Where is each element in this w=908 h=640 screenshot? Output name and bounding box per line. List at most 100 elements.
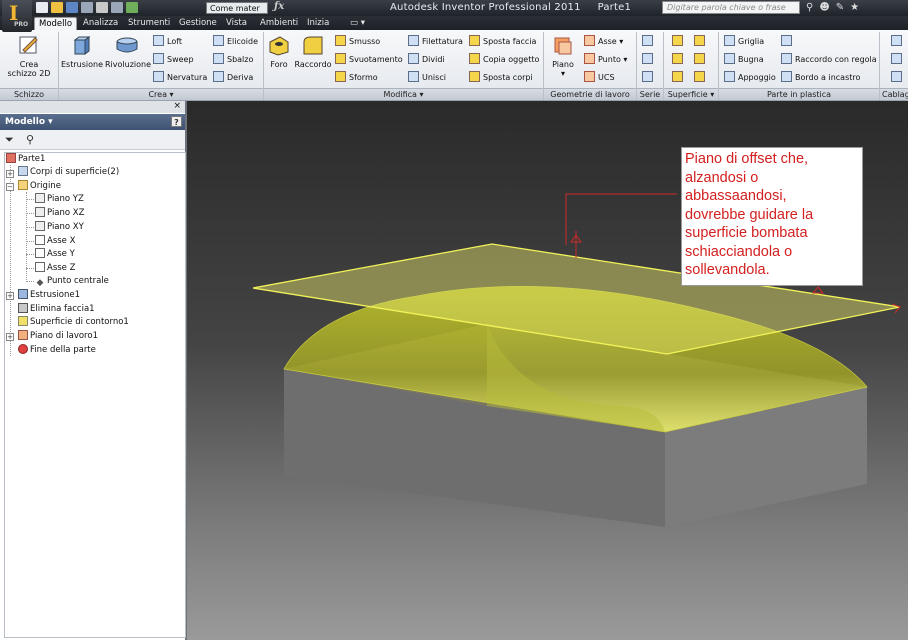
tree-item-end-of-part[interactable]: Fine della parte bbox=[18, 344, 96, 357]
extend-button[interactable] bbox=[694, 71, 708, 85]
group-cablaggio[interactable]: Cablag bbox=[880, 88, 908, 100]
work-axis-button[interactable]: Asse ▾ bbox=[584, 35, 623, 49]
new-icon[interactable] bbox=[36, 2, 48, 13]
emboss-button[interactable]: Sbalzo bbox=[213, 53, 253, 67]
tree-item-axis-y[interactable]: Asse Y bbox=[35, 248, 75, 261]
tree-item-origin[interactable]: Origine bbox=[18, 180, 61, 193]
application-button[interactable]: I PRO bbox=[2, 0, 32, 32]
tree-item-surface-bodies[interactable]: Corpi di superficie(2) bbox=[18, 166, 119, 179]
combine-button[interactable]: Unisci bbox=[408, 71, 446, 85]
tab-analizza[interactable]: Analizza bbox=[79, 17, 122, 30]
rib-button[interactable]: Nervatura bbox=[153, 71, 207, 85]
snap-fit-button[interactable] bbox=[781, 35, 795, 49]
expand-icon[interactable]: + bbox=[6, 170, 14, 178]
wrench-icon[interactable]: ✎ bbox=[836, 2, 844, 13]
rest-button[interactable]: Appoggio bbox=[724, 71, 776, 85]
coil-button[interactable]: Elicoide bbox=[213, 35, 258, 49]
harness-button-1[interactable] bbox=[891, 35, 905, 49]
tree-item-delete-face1[interactable]: Elimina faccia1 bbox=[18, 303, 95, 316]
redo-icon[interactable] bbox=[96, 2, 108, 13]
move-bodies-button[interactable]: Sposta corpi bbox=[469, 71, 533, 85]
revolve-button[interactable]: Rivoluzione bbox=[105, 34, 151, 69]
search-input[interactable]: Digitare parola chiave o frase bbox=[662, 1, 800, 14]
copy-object-icon bbox=[469, 53, 480, 64]
tab-ambienti[interactable]: Ambienti bbox=[256, 17, 302, 30]
shell-button[interactable]: Svuotamento bbox=[335, 53, 403, 67]
loft-button[interactable]: Loft bbox=[153, 35, 182, 49]
draft-button[interactable]: Sformo bbox=[335, 71, 378, 85]
binoculars-icon[interactable]: ⚲ bbox=[806, 2, 813, 13]
trim-button[interactable] bbox=[694, 53, 708, 67]
tab-modello[interactable]: Modello bbox=[34, 17, 78, 30]
tree-item-work-plane1[interactable]: Piano di lavoro1 bbox=[18, 330, 98, 343]
material-select[interactable]: Come mater bbox=[206, 2, 268, 14]
tree-item-axis-z[interactable]: Asse Z bbox=[35, 262, 75, 275]
group-superficie[interactable]: Superficie ▾ bbox=[664, 88, 718, 100]
group-crea[interactable]: Crea ▾ bbox=[59, 88, 263, 100]
tree-item-parte1[interactable]: Parte1 bbox=[6, 153, 45, 166]
favorites-icon[interactable]: ★ bbox=[850, 2, 859, 13]
find-binoculars-icon[interactable]: ⚲ bbox=[26, 133, 34, 146]
sweep-button[interactable]: Sweep bbox=[153, 53, 194, 67]
work-plane-dropdown-icon[interactable]: ▾ bbox=[548, 69, 578, 78]
patch-button[interactable] bbox=[694, 35, 708, 49]
chamfer-button[interactable]: Smusso bbox=[335, 35, 380, 49]
fx-icon[interactable]: ƒx bbox=[274, 1, 284, 12]
shell-icon bbox=[335, 53, 346, 64]
collapse-icon[interactable]: − bbox=[6, 183, 14, 191]
undo-icon[interactable] bbox=[81, 2, 93, 13]
harness-button-3[interactable] bbox=[891, 71, 905, 85]
tree-item-plane-xy[interactable]: Piano XY bbox=[35, 221, 84, 234]
group-modifica[interactable]: Modifica ▾ bbox=[264, 88, 543, 100]
tab-inizia[interactable]: Inizia bbox=[303, 17, 333, 30]
sculpt-button[interactable] bbox=[672, 71, 686, 85]
move-face-button[interactable]: Sposta faccia bbox=[469, 35, 536, 49]
fillet-button[interactable]: Raccordo bbox=[294, 34, 332, 69]
work-point-button[interactable]: Punto ▾ bbox=[584, 53, 627, 67]
group-parte-in-plastica[interactable]: Parte in plastica bbox=[719, 88, 879, 100]
circular-pattern-button[interactable] bbox=[642, 53, 656, 67]
mirror-button[interactable] bbox=[642, 71, 656, 85]
browser-close-button[interactable]: × bbox=[0, 101, 185, 113]
group-schizzo[interactable]: Schizzo bbox=[0, 88, 58, 100]
tree-item-axis-x[interactable]: Asse X bbox=[35, 235, 75, 248]
tab-vista[interactable]: Vista bbox=[222, 17, 251, 30]
group-geometrie-di-lavoro[interactable]: Geometrie di lavoro bbox=[544, 88, 636, 100]
boss-button[interactable]: Bugna bbox=[724, 53, 764, 67]
filter-icon[interactable]: ⏷ bbox=[5, 133, 14, 147]
grill-button[interactable]: Griglia bbox=[724, 35, 764, 49]
lip-button[interactable]: Bordo a incastro bbox=[781, 71, 860, 85]
thread-button[interactable]: Filettatura bbox=[408, 35, 463, 49]
rule-fillet-button[interactable]: Raccordo con regola bbox=[781, 53, 877, 67]
thicken-button[interactable] bbox=[672, 35, 686, 49]
copy-object-button[interactable]: Copia oggetto bbox=[469, 53, 539, 67]
stitch-button[interactable] bbox=[672, 53, 686, 67]
extrude-button[interactable]: Estrusione bbox=[61, 34, 103, 69]
tree-item-center-point[interactable]: ◆ Punto centrale bbox=[35, 275, 109, 288]
rectangular-pattern-button[interactable] bbox=[642, 35, 656, 49]
group-serie[interactable]: Serie bbox=[637, 88, 663, 100]
ribbon-options-icon[interactable]: ▭ ▾ bbox=[346, 17, 369, 30]
open-icon[interactable] bbox=[51, 2, 63, 13]
browser-help-button[interactable]: ? bbox=[171, 116, 182, 127]
tab-strumenti[interactable]: Strumenti bbox=[124, 17, 174, 30]
tree-item-extrude1[interactable]: Estrusione1 bbox=[18, 289, 80, 302]
browser-header[interactable]: Modello ▾ ? bbox=[0, 114, 185, 130]
derive-button[interactable]: Deriva bbox=[213, 71, 253, 85]
hole-button[interactable]: Foro bbox=[266, 34, 292, 69]
user-icon[interactable]: ☻ bbox=[819, 2, 829, 13]
select-icon[interactable] bbox=[111, 2, 123, 13]
expand-icon[interactable]: + bbox=[6, 333, 14, 341]
harness-button-2[interactable] bbox=[891, 53, 905, 67]
tree-item-plane-xz[interactable]: Piano XZ bbox=[35, 207, 84, 220]
tree-item-plane-yz[interactable]: Piano YZ bbox=[35, 193, 84, 206]
ucs-button[interactable]: UCS bbox=[584, 71, 615, 85]
expand-icon[interactable]: + bbox=[6, 292, 14, 300]
create-sketch-button[interactable]: Crea schizzo 2D bbox=[6, 34, 52, 78]
work-plane-button[interactable]: Piano ▾ bbox=[548, 34, 578, 78]
tree-item-boundary-patch1[interactable]: Superficie di contorno1 bbox=[18, 316, 129, 329]
tab-gestione[interactable]: Gestione bbox=[175, 17, 221, 30]
save-icon[interactable] bbox=[66, 2, 78, 13]
update-icon[interactable] bbox=[126, 2, 138, 13]
split-button[interactable]: Dividi bbox=[408, 53, 445, 67]
